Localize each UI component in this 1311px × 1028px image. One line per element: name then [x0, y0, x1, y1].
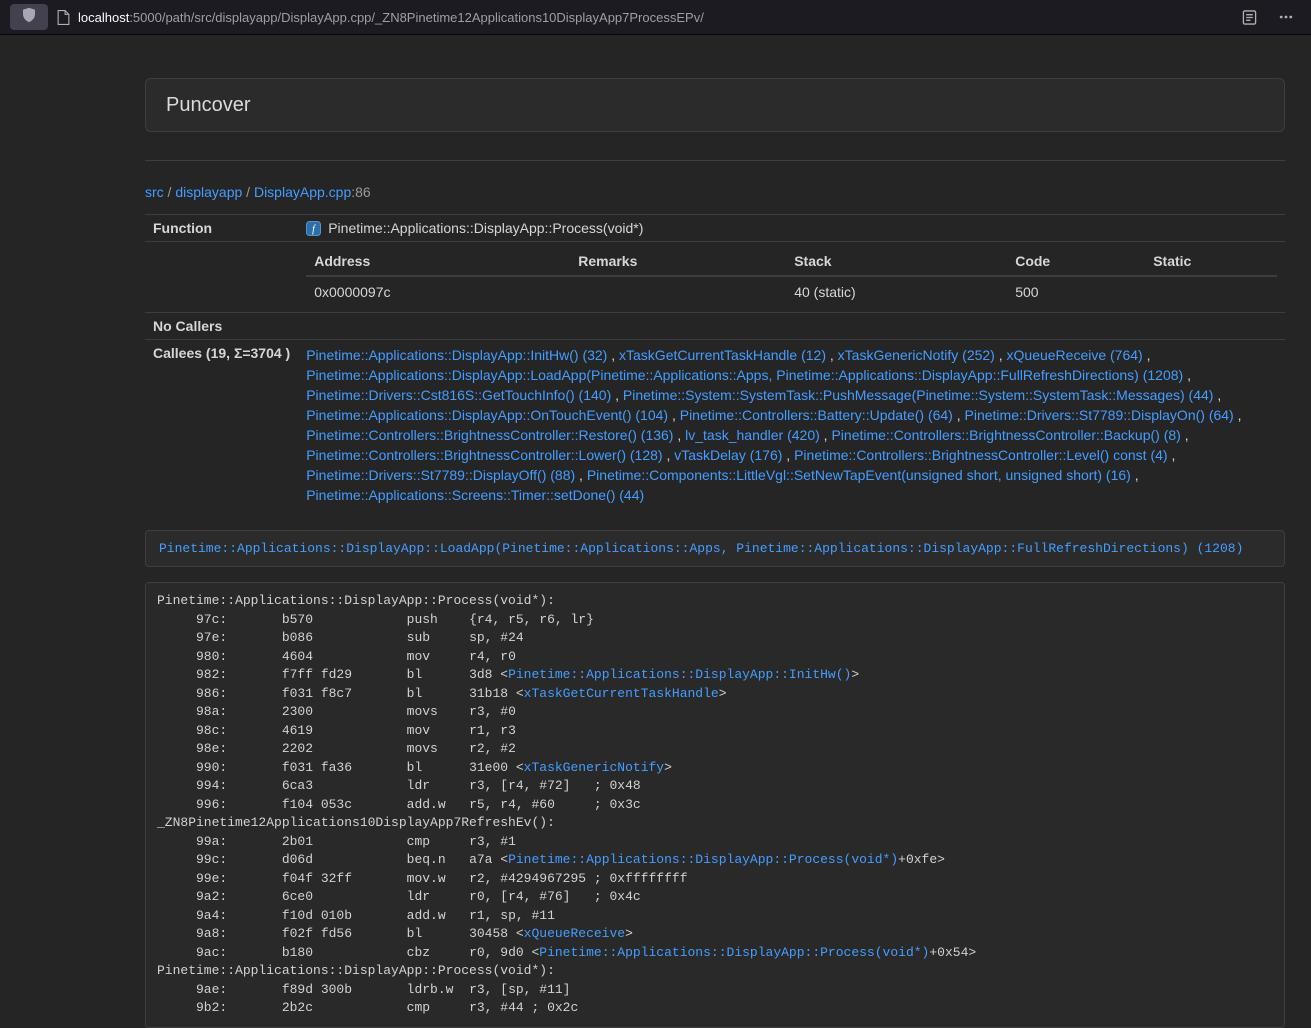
- reader-mode-icon[interactable]: [1242, 10, 1257, 25]
- highlighted-symbol-link[interactable]: Pinetime::Applications::DisplayApp::Load…: [159, 541, 1243, 556]
- callee-separator: ,: [1213, 387, 1221, 403]
- code-symbol-link[interactable]: xTaskGetCurrentTaskHandle: [524, 686, 719, 701]
- callee-link[interactable]: Pinetime::Applications::DisplayApp::OnTo…: [306, 407, 668, 423]
- no-callers-row: No Callers: [145, 313, 1285, 340]
- callee-separator: ,: [575, 467, 587, 483]
- callee-separator: ,: [1131, 467, 1139, 483]
- callee-link[interactable]: Pinetime::System::SystemTask::PushMessag…: [623, 387, 1214, 403]
- callees-label: Callees (19, Σ=3704 ): [145, 340, 298, 511]
- symbol-details-row: Address Remarks Stack Code Static 0x0000…: [145, 242, 1285, 313]
- cell-address: 0x0000097c: [306, 276, 570, 307]
- callee-separator: ,: [782, 447, 794, 463]
- cell-remarks: [570, 276, 786, 307]
- url-bar-actions: [1242, 10, 1301, 25]
- page-title: Puncover: [166, 92, 1264, 118]
- browser-url-bar: localhost:5000/path/src/displayapp/Displ…: [0, 0, 1311, 35]
- callee-separator: ,: [668, 407, 680, 423]
- disassembly-block: Pinetime::Applications::DisplayApp::Proc…: [145, 582, 1285, 1028]
- callee-link[interactable]: Pinetime::Controllers::BrightnessControl…: [306, 427, 673, 443]
- column-header-code: Code: [1007, 247, 1145, 276]
- callee-link[interactable]: Pinetime::Drivers::Cst816S::GetTouchInfo…: [306, 387, 611, 403]
- code-symbol-link[interactable]: Pinetime::Applications::DisplayApp::Proc…: [539, 945, 929, 960]
- callee-link[interactable]: Pinetime::Controllers::BrightnessControl…: [306, 447, 662, 463]
- tracking-protection-button[interactable]: [10, 4, 48, 30]
- breadcrumb-line-number: :86: [351, 184, 370, 200]
- callee-link[interactable]: Pinetime::Controllers::BrightnessControl…: [831, 427, 1180, 443]
- url-text: localhost:5000/path/src/displayapp/Displ…: [78, 10, 704, 25]
- callee-separator: ,: [1168, 447, 1176, 463]
- breadcrumb-separator: /: [164, 184, 176, 200]
- callees-row: Callees (19, Σ=3704 ) Pinetime::Applicat…: [145, 340, 1285, 511]
- callee-link[interactable]: Pinetime::Applications::Screens::Timer::…: [306, 487, 644, 503]
- callee-separator: ,: [607, 347, 619, 363]
- callee-separator: ,: [1143, 347, 1151, 363]
- function-row-label: Function: [145, 215, 298, 242]
- callee-link[interactable]: lv_task_handler (420): [685, 427, 820, 443]
- url-path: :5000/path/src/displayapp/DisplayApp.cpp…: [129, 10, 704, 25]
- callee-separator: ,: [1234, 407, 1242, 423]
- breadcrumb-link[interactable]: displayapp: [175, 184, 242, 200]
- page-content: Puncover src / displayapp / DisplayApp.c…: [145, 78, 1285, 1028]
- code-symbol-link[interactable]: Pinetime::Applications::DisplayApp::Init…: [508, 667, 851, 682]
- code-symbol-link[interactable]: xQueueReceive: [524, 926, 625, 941]
- details-data-row: 0x0000097c 40 (static) 500: [306, 276, 1277, 307]
- highlighted-symbol-box: Pinetime::Applications::DisplayApp::Load…: [145, 530, 1285, 567]
- callee-link[interactable]: Pinetime::Components::LittleVgl::SetNewT…: [587, 467, 1131, 483]
- code-symbol-link[interactable]: Pinetime::Applications::DisplayApp::Proc…: [508, 852, 898, 867]
- divider: [145, 160, 1285, 161]
- code-symbol-link[interactable]: xTaskGenericNotify: [524, 760, 664, 775]
- cell-code: 500: [1007, 276, 1145, 307]
- details-header-row: Address Remarks Stack Code Static: [306, 247, 1277, 276]
- function-table: Function f Pinetime::Applications::Displ…: [145, 214, 1285, 510]
- page-icon: [57, 10, 70, 25]
- callee-link[interactable]: vTaskDelay (176): [674, 447, 782, 463]
- shield-icon: [22, 7, 36, 28]
- no-callers-label: No Callers: [145, 313, 298, 340]
- header-panel: Puncover: [145, 78, 1285, 132]
- function-icon: f: [306, 221, 321, 236]
- breadcrumb-link[interactable]: DisplayApp.cpp: [254, 184, 351, 200]
- address-bar[interactable]: localhost:5000/path/src/displayapp/Displ…: [57, 10, 1242, 25]
- callee-link[interactable]: Pinetime::Drivers::St7789::DisplayOff() …: [306, 467, 575, 483]
- callee-separator: ,: [611, 387, 623, 403]
- callee-separator: ,: [1181, 427, 1189, 443]
- column-header-remarks: Remarks: [570, 247, 786, 276]
- callee-link[interactable]: xQueueReceive (764): [1007, 347, 1143, 363]
- callee-link[interactable]: Pinetime::Applications::DisplayApp::Load…: [306, 367, 1183, 383]
- callee-link[interactable]: xTaskGetCurrentTaskHandle (12): [619, 347, 826, 363]
- disassembly-code: Pinetime::Applications::DisplayApp::Proc…: [157, 593, 976, 1015]
- callees-list: Pinetime::Applications::DisplayApp::Init…: [298, 340, 1285, 511]
- breadcrumb-link[interactable]: src: [145, 184, 164, 200]
- callee-link[interactable]: Pinetime::Controllers::BrightnessControl…: [794, 447, 1167, 463]
- overflow-menu-icon[interactable]: [1279, 10, 1293, 24]
- callee-separator: ,: [673, 427, 685, 443]
- callee-separator: ,: [826, 347, 838, 363]
- callee-separator: ,: [663, 447, 675, 463]
- symbol-details-table: Address Remarks Stack Code Static 0x0000…: [306, 247, 1277, 307]
- column-header-static: Static: [1145, 247, 1277, 276]
- function-name: Pinetime::Applications::DisplayApp::Proc…: [328, 220, 643, 236]
- cell-static: [1145, 276, 1277, 307]
- breadcrumb-separator: /: [242, 184, 254, 200]
- callee-link[interactable]: Pinetime::Controllers::Battery::Update()…: [680, 407, 953, 423]
- column-header-stack: Stack: [786, 247, 1007, 276]
- function-row: Function f Pinetime::Applications::Displ…: [145, 215, 1285, 242]
- breadcrumb: src / displayapp / DisplayApp.cpp:86: [145, 182, 1285, 202]
- callee-link[interactable]: Pinetime::Applications::DisplayApp::Init…: [306, 347, 607, 363]
- column-header-address: Address: [306, 247, 570, 276]
- function-title: f Pinetime::Applications::DisplayApp::Pr…: [306, 220, 1277, 236]
- callee-separator: ,: [820, 427, 832, 443]
- callee-link[interactable]: Pinetime::Drivers::St7789::DisplayOn() (…: [965, 407, 1234, 423]
- cell-stack: 40 (static): [786, 276, 1007, 307]
- callee-separator: ,: [995, 347, 1007, 363]
- callee-separator: ,: [953, 407, 965, 423]
- url-host: localhost: [78, 10, 129, 25]
- callee-separator: ,: [1183, 367, 1191, 383]
- callee-link[interactable]: xTaskGenericNotify (252): [838, 347, 995, 363]
